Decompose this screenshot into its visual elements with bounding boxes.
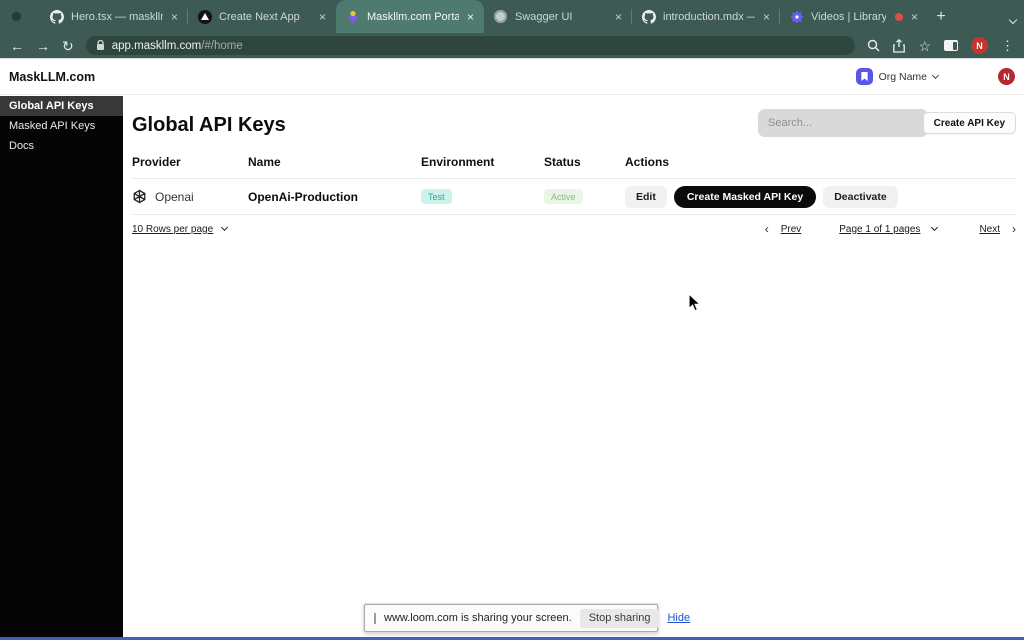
column-header-actions: Actions [625, 155, 670, 169]
table-row: Openai OpenAi-Production Test Active Edi… [132, 179, 1016, 215]
table-header-row: Provider Name Environment Status Actions [132, 155, 1016, 179]
next-page-link[interactable]: Next [979, 224, 1000, 235]
tab-title: Videos | Library | Loom [811, 10, 886, 23]
close-icon[interactable]: × [170, 10, 179, 24]
maskllm-icon [345, 9, 360, 24]
chevron-down-icon [931, 223, 939, 232]
chevron-right-icon[interactable]: › [1012, 222, 1016, 236]
create-api-key-button[interactable]: Create API Key [922, 112, 1016, 134]
page-info-select[interactable]: Page 1 of 1 pages [839, 224, 920, 235]
chevron-down-icon [221, 223, 229, 232]
lock-icon [96, 40, 104, 50]
close-icon[interactable]: × [318, 10, 327, 24]
pagination: 10 Rows per page ‹ Prev Page 1 of 1 page… [132, 222, 1016, 236]
reload-button[interactable]: ↻ [62, 39, 74, 53]
swagger-icon [493, 9, 508, 24]
share-icon[interactable] [893, 38, 906, 53]
column-header-name: Name [248, 155, 281, 169]
forward-button[interactable]: → [36, 39, 50, 53]
loom-icon [789, 9, 804, 24]
toolbar-actions: ☆ N ⋮ [867, 37, 1014, 54]
back-button[interactable]: ← [10, 39, 24, 53]
close-icon[interactable]: × [614, 10, 623, 24]
browser-window: Hero.tsx — maskllm [Code × Create Next A… [0, 0, 1024, 640]
browser-menu-icon[interactable]: ⋮ [1001, 38, 1014, 54]
sidebar-item-masked-api-keys[interactable]: Masked API Keys [0, 116, 123, 136]
search-input[interactable] [758, 109, 928, 137]
chevron-left-icon[interactable]: ‹ [765, 222, 769, 236]
environment-badge: Test [421, 189, 452, 205]
provider-name: Openai [155, 189, 194, 204]
github-icon [49, 9, 64, 24]
url-path: /#/home [201, 39, 243, 52]
app-brand: MaskLLM.com [9, 69, 96, 84]
key-name: OpenAi-Production [248, 189, 358, 204]
create-masked-api-key-button[interactable]: Create Masked API Key [673, 185, 817, 208]
hide-link[interactable]: Hide [667, 612, 690, 624]
tab-hero-tsx[interactable]: Hero.tsx — maskllm [Code × [40, 0, 188, 33]
openai-icon [133, 189, 146, 204]
tab-create-next-app[interactable]: Create Next App × [188, 0, 336, 33]
tab-search-chevron-icon[interactable] [1008, 10, 1018, 28]
recording-indicator-icon [894, 12, 903, 21]
chevron-down-icon [931, 71, 940, 80]
main-content: Global API Keys Create API Key Provider … [123, 96, 1024, 640]
deactivate-button[interactable]: Deactivate [823, 185, 898, 208]
edit-button[interactable]: Edit [625, 185, 667, 208]
github-icon [641, 9, 656, 24]
column-header-environment: Environment [421, 155, 495, 169]
sidebar-item-docs[interactable]: Docs [0, 136, 123, 156]
column-header-provider: Provider [132, 155, 181, 169]
api-keys-table: Provider Name Environment Status Actions… [132, 155, 1016, 215]
stop-sharing-button[interactable]: Stop sharing [579, 608, 660, 628]
new-tab-button[interactable]: + [928, 0, 954, 33]
org-selector[interactable]: Org Name [855, 68, 940, 85]
browser-profile-avatar[interactable]: N [971, 37, 988, 54]
url-host: app.maskllm.com [111, 39, 202, 52]
tab-title: Create Next App [219, 10, 300, 23]
sidebar-item-global-api-keys[interactable]: Global API Keys [0, 96, 123, 116]
app-header: MaskLLM.com Org Name N [0, 58, 1024, 95]
tab-title: Swagger UI [515, 10, 573, 23]
column-header-status: Status [544, 155, 581, 169]
prev-page-link[interactable]: Prev [781, 224, 802, 235]
org-icon [855, 68, 873, 85]
status-badge: Active [544, 189, 583, 205]
tab-title: introduction.mdx — doc [C [663, 10, 755, 23]
screen-share-bar: www.loom.com is sharing your screen. Sto… [364, 604, 690, 632]
tab-swagger-ui[interactable]: Swagger UI × [484, 0, 632, 33]
drag-handle-icon[interactable] [374, 612, 376, 624]
browser-toolbar: ← → ↻ app.maskllm.com/#/home ☆ N ⋮ [0, 33, 1024, 58]
vercel-icon [197, 9, 212, 24]
page-title: Global API Keys [132, 114, 286, 136]
tab-strip: Hero.tsx — maskllm [Code × Create Next A… [0, 0, 1024, 33]
close-icon[interactable]: × [910, 10, 919, 24]
close-icon[interactable]: × [466, 10, 475, 24]
search-icon[interactable] [867, 39, 880, 52]
tab-maskllm-portal[interactable]: Maskllm.com Portal × [336, 0, 484, 33]
close-icon[interactable]: × [762, 10, 771, 24]
org-name: Org Name [878, 70, 927, 83]
user-avatar[interactable]: N [998, 68, 1015, 85]
address-bar[interactable]: app.maskllm.com/#/home [85, 36, 856, 55]
rows-per-page-select[interactable]: 10 Rows per page [132, 224, 213, 235]
tab-title: Maskllm.com Portal [367, 10, 459, 23]
side-panel-icon[interactable] [944, 40, 958, 51]
share-message: www.loom.com is sharing your screen. [384, 612, 572, 624]
sidebar: Global API Keys Masked API Keys Docs [0, 96, 123, 640]
tab-loom-videos[interactable]: Videos | Library | Loom × [780, 0, 928, 33]
window-control-hint[interactable] [11, 11, 22, 22]
tab-title: Hero.tsx — maskllm [Code [71, 10, 163, 23]
mouse-cursor [688, 293, 702, 312]
bookmark-star-icon[interactable]: ☆ [918, 39, 931, 53]
tab-introduction-mdx[interactable]: introduction.mdx — doc [C × [632, 0, 780, 33]
